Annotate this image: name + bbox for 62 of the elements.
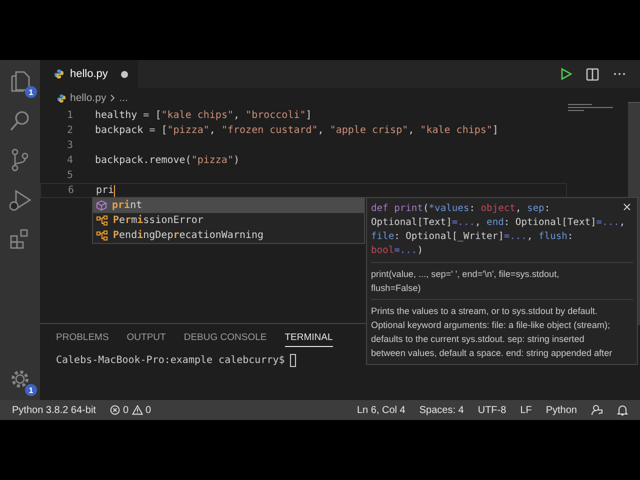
breadcrumb-item[interactable]: hello.py xyxy=(70,92,106,104)
code-line: backpack = ["pizza", "frozen custard", "apple crisp", "kale chips"] xyxy=(95,125,498,136)
panel-tab[interactable]: DEBUG CONSOLE xyxy=(184,332,267,346)
warning-icon xyxy=(132,405,143,415)
suggestion-item[interactable]: PermissionError xyxy=(93,213,364,228)
python-file-icon xyxy=(54,69,64,79)
search-icon[interactable] xyxy=(9,110,31,132)
chevron-icon xyxy=(110,94,116,102)
files-icon[interactable] xyxy=(9,69,31,93)
warning-count[interactable]: 0 xyxy=(146,404,152,416)
suggestion-item[interactable]: PendingDeprecationWarning xyxy=(93,228,364,243)
panel-tab[interactable]: OUTPUT xyxy=(126,332,166,346)
terminal-prompt: Calebs-MacBook-Pro:example calebcurry$ xyxy=(56,355,285,366)
line-number: 5 xyxy=(66,170,73,181)
editor-tab[interactable]: hello.py xyxy=(40,60,138,88)
text-cursor xyxy=(114,184,116,196)
run-icon[interactable] xyxy=(560,68,572,80)
line-ending-status[interactable]: LF xyxy=(520,404,532,416)
notification-badge: 1 xyxy=(25,86,37,98)
class-icon xyxy=(96,230,108,241)
more-icon[interactable] xyxy=(613,72,626,76)
source-control-icon[interactable] xyxy=(10,148,30,172)
terminal-cursor xyxy=(290,354,296,367)
language-status[interactable]: Python xyxy=(546,404,577,416)
python-file-icon xyxy=(57,94,66,102)
signature-line: def print(*values: object, sep: xyxy=(371,202,550,216)
signature-line: file: Optional[_Writer]=..., flush: xyxy=(371,230,574,244)
code-line: backpack.remove("pizza") xyxy=(95,155,240,166)
split-editor-icon[interactable] xyxy=(586,68,599,80)
usage-text: flush=False) xyxy=(371,282,422,295)
encoding-status[interactable]: UTF-8 xyxy=(478,404,506,416)
line-number: 6 xyxy=(66,185,74,196)
usage-text: print(value, ..., sep=' ', end='\n', file=sys.stdout, xyxy=(371,268,560,281)
cursor-position[interactable]: Ln 6, Col 4 xyxy=(356,404,406,416)
panel-tab[interactable]: TERMINAL xyxy=(284,332,333,347)
line-number: 4 xyxy=(66,155,73,166)
doc-text: between values, default a space. end: string appended after xyxy=(371,347,614,360)
line-number: 1 xyxy=(66,110,73,121)
bell-icon[interactable] xyxy=(617,404,628,416)
class-icon xyxy=(96,215,108,226)
feedback-icon[interactable] xyxy=(591,404,603,416)
error-count[interactable]: 0 xyxy=(122,404,129,416)
code-line: healthy = ["kale chips", "broccoli"] xyxy=(95,110,312,121)
suggestion-item[interactable]: print xyxy=(93,198,364,213)
indentation-status[interactable]: Spaces: 4 xyxy=(419,404,464,416)
interpreter-status[interactable]: Python 3.8.2 64-bit xyxy=(12,404,96,416)
code-line: pri xyxy=(96,185,114,196)
signature-line: Optional[Text]=..., end: Optional[Text]=..., xyxy=(371,216,626,230)
doc-text: Optional keyword arguments: file: a file-like object (stream); xyxy=(371,319,612,332)
signature-line: bool=...) xyxy=(371,244,423,258)
doc-text: defaults to the current sys.stdout. sep: string inserted xyxy=(371,333,586,346)
doc-text: Prints the values to a stream, or to sys.stdout by default. xyxy=(371,305,598,318)
line-number: 3 xyxy=(66,140,73,151)
close-icon[interactable] xyxy=(623,203,631,211)
panel-tab[interactable]: PROBLEMS xyxy=(56,332,109,346)
error-icon xyxy=(110,405,120,415)
notification-badge: 1 xyxy=(25,384,37,396)
line-number: 2 xyxy=(66,125,73,136)
breadcrumb-item[interactable]: ... xyxy=(119,92,128,104)
settings-icon[interactable] xyxy=(9,368,31,390)
run-debug-icon[interactable] xyxy=(8,188,32,212)
cube-icon xyxy=(96,200,107,211)
